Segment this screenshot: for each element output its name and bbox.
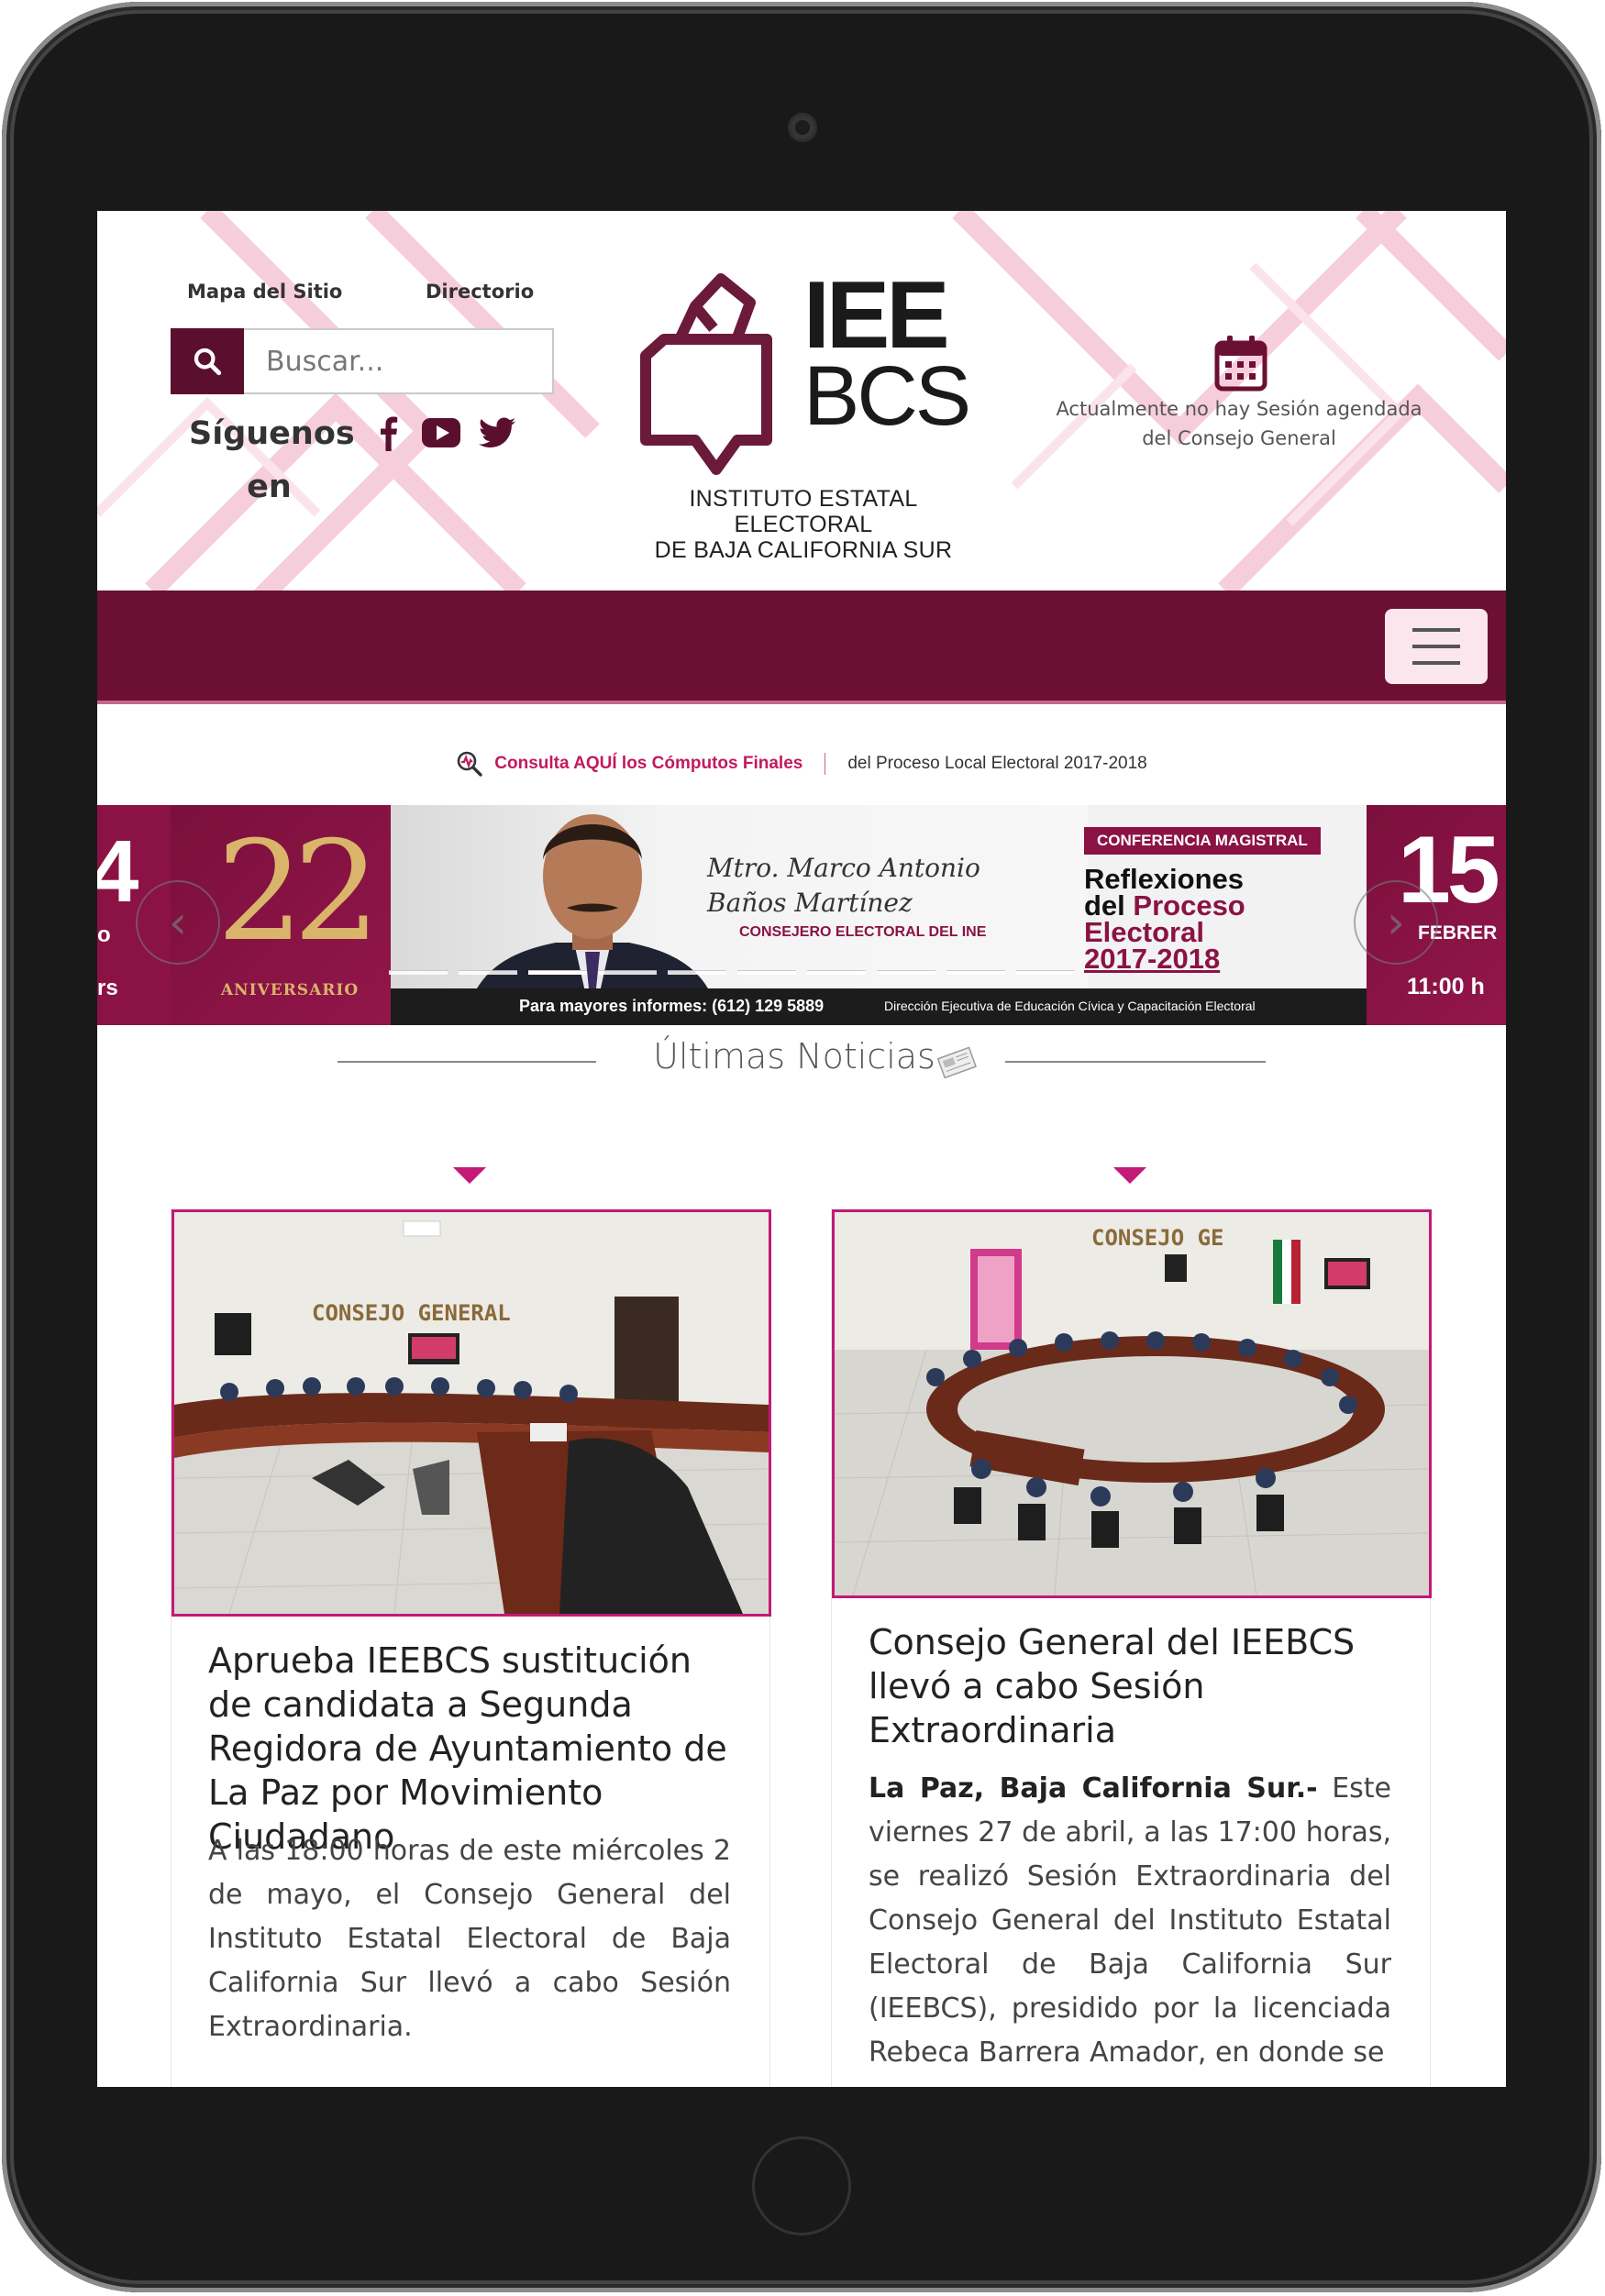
peek-text: rs xyxy=(97,976,118,1000)
conference-title-line: Electoral xyxy=(1084,916,1204,948)
heading-rule xyxy=(1005,1061,1266,1063)
carousel-indicator[interactable] xyxy=(668,970,726,975)
browser-viewport: Mapa del Sitio Directorio Síguenos en xyxy=(97,211,1506,2087)
news-dateline: La Paz, Baja California Sur.- xyxy=(869,1772,1318,1805)
search-icon xyxy=(194,348,222,376)
carousel-prev-button[interactable]: ‹ xyxy=(136,880,220,965)
chevron-right-icon: › xyxy=(1387,896,1405,949)
speaker-role: CONSEJERO ELECTORAL DEL INE xyxy=(739,924,987,940)
carousel-indicator[interactable] xyxy=(389,970,448,975)
logo-caption: INSTITUTO ESTATAL ELECTORAL DE BAJA CALI… xyxy=(629,486,978,563)
tablet-frame: Mapa del Sitio Directorio Síguenos en xyxy=(2,2,1601,2292)
computos-banner: Consulta AQUÍ los Cómputos Finales del P… xyxy=(97,743,1506,785)
news-photo[interactable]: CONSEJO GENERAL xyxy=(172,1209,771,1617)
main-nav-bar xyxy=(97,591,1506,704)
news-excerpt-text: Este viernes 27 de abril, a las 17:00 ho… xyxy=(869,1772,1392,2069)
search-form xyxy=(171,328,554,394)
conference-title-line: 2017-2018 xyxy=(1084,943,1221,975)
ballot-box-icon xyxy=(640,273,772,475)
carousel-indicator[interactable] xyxy=(737,970,796,975)
newspaper-icon xyxy=(936,1046,977,1078)
info-strip: Para mayores informes: (612) 129 5889 Di… xyxy=(391,988,1367,1025)
photo-sign-text: CONSEJO GENERAL xyxy=(312,1300,511,1326)
calendar-icon xyxy=(1214,336,1267,392)
search-input[interactable] xyxy=(246,330,548,392)
hero-carousel[interactable]: 4 o rs 22 ANIVERSARIO Mtro. Marco Antoni… xyxy=(97,805,1506,1025)
carousel-next-button[interactable]: › xyxy=(1354,880,1438,965)
magnifier-chart-icon xyxy=(457,751,482,777)
info-department: Dirección Ejecutiva de Educación Cívica … xyxy=(884,999,1256,1013)
info-phone: Para mayores informes: (612) 129 5889 xyxy=(519,997,825,1015)
speaker-name: Mtro. Marco Antonio Baños Martínez xyxy=(707,851,982,921)
news-excerpt: La Paz, Baja California Sur.- Este viern… xyxy=(869,1767,1391,2075)
news-card[interactable]: CONSEJO GE Consejo General del IEEBCS ll… xyxy=(831,1209,1432,2087)
facebook-icon xyxy=(381,416,398,451)
conference-badge: CONFERENCIA MAGISTRAL xyxy=(1084,827,1321,855)
heading-rule xyxy=(338,1061,596,1063)
carousel-indicator[interactable] xyxy=(459,970,517,975)
card-pointer xyxy=(1113,1167,1146,1184)
news-photo[interactable]: CONSEJO GE xyxy=(832,1209,1432,1598)
news-heading-title: Últimas Noticias xyxy=(653,1036,935,1076)
logo-text-iee: IEE xyxy=(803,262,950,369)
peek-numeral: 4 xyxy=(97,822,139,921)
carousel-indicator[interactable] xyxy=(1016,970,1075,975)
hamburger-icon-bar xyxy=(1412,661,1460,665)
carousel-indicator[interactable] xyxy=(598,970,657,975)
youtube-link[interactable] xyxy=(422,411,460,455)
council-meeting-photo: CONSEJO GE xyxy=(835,1212,1429,1595)
carousel-indicator[interactable] xyxy=(877,970,935,975)
carousel-indicators xyxy=(389,970,1075,975)
menu-toggle-button[interactable] xyxy=(1385,609,1488,684)
follow-us-label: Síguenos en xyxy=(189,415,355,505)
ieebcs-logo[interactable]: IEE BCS INSTITUTO ESTATAL ELECTORAL DE B… xyxy=(629,262,1014,563)
photo-sign-text: CONSEJO GE xyxy=(1091,1225,1224,1251)
speaker-name-line: Baños Martínez xyxy=(707,888,913,918)
logo-caption-line1: INSTITUTO ESTATAL ELECTORAL xyxy=(689,486,918,537)
anniversary-number: 22 xyxy=(216,812,381,972)
chevron-left-icon: ‹ xyxy=(169,896,187,949)
logo-caption-line2: DE BAJA CALIFORNIA SUR xyxy=(654,537,953,563)
twitter-icon xyxy=(479,417,515,447)
computos-suffix: del Proceso Local Electoral 2017-2018 xyxy=(847,754,1147,773)
carousel-indicator[interactable] xyxy=(946,970,1005,975)
news-title[interactable]: Aprueba IEEBCS sustitución de candidata … xyxy=(208,1639,736,1859)
facebook-link[interactable] xyxy=(378,411,398,455)
event-time: 11:00 h xyxy=(1407,974,1485,999)
council-meeting-photo: CONSEJO GENERAL xyxy=(174,1212,769,1614)
directory-link[interactable]: Directorio xyxy=(426,281,534,303)
twitter-link[interactable] xyxy=(479,411,515,455)
news-card[interactable]: CONSEJO GENERAL Aprueba IEEBCS sustituci… xyxy=(171,1209,771,2087)
card-pointer xyxy=(453,1167,486,1184)
hamburger-icon-bar xyxy=(1412,628,1460,632)
conference-title-line: Reflexiones xyxy=(1084,863,1245,895)
news-title[interactable]: Consejo General del IEEBCS llevó a cabo … xyxy=(869,1620,1396,1752)
peek-text: o xyxy=(97,922,111,947)
news-section-heading: Últimas Noticias xyxy=(97,1032,1506,1087)
computos-link[interactable]: Consulta AQUÍ los Cómputos Finales xyxy=(494,754,802,774)
site-map-link[interactable]: Mapa del Sitio xyxy=(187,281,342,303)
site-header: Mapa del Sitio Directorio Síguenos en xyxy=(97,211,1506,591)
news-excerpt: A las 18:00 horas de este miércoles 2 de… xyxy=(208,1835,731,2043)
logo-text-bcs: BCS xyxy=(803,349,971,443)
conference-title: Reflexiones del Proceso Electoral 2017-2… xyxy=(1084,863,1245,975)
youtube-icon xyxy=(422,418,460,447)
hamburger-icon-bar xyxy=(1412,645,1460,648)
camera-icon xyxy=(791,116,814,139)
anniversary-label: ANIVERSARIO xyxy=(220,981,360,999)
carousel-indicator[interactable] xyxy=(807,970,866,975)
carousel-indicator[interactable] xyxy=(528,970,587,975)
search-button[interactable] xyxy=(171,328,244,394)
speaker-name-line: Mtro. Marco Antonio xyxy=(707,853,980,883)
home-button[interactable] xyxy=(752,2136,851,2235)
session-notice: Actualmente no hay Sesión agendada del C… xyxy=(1056,398,1422,449)
